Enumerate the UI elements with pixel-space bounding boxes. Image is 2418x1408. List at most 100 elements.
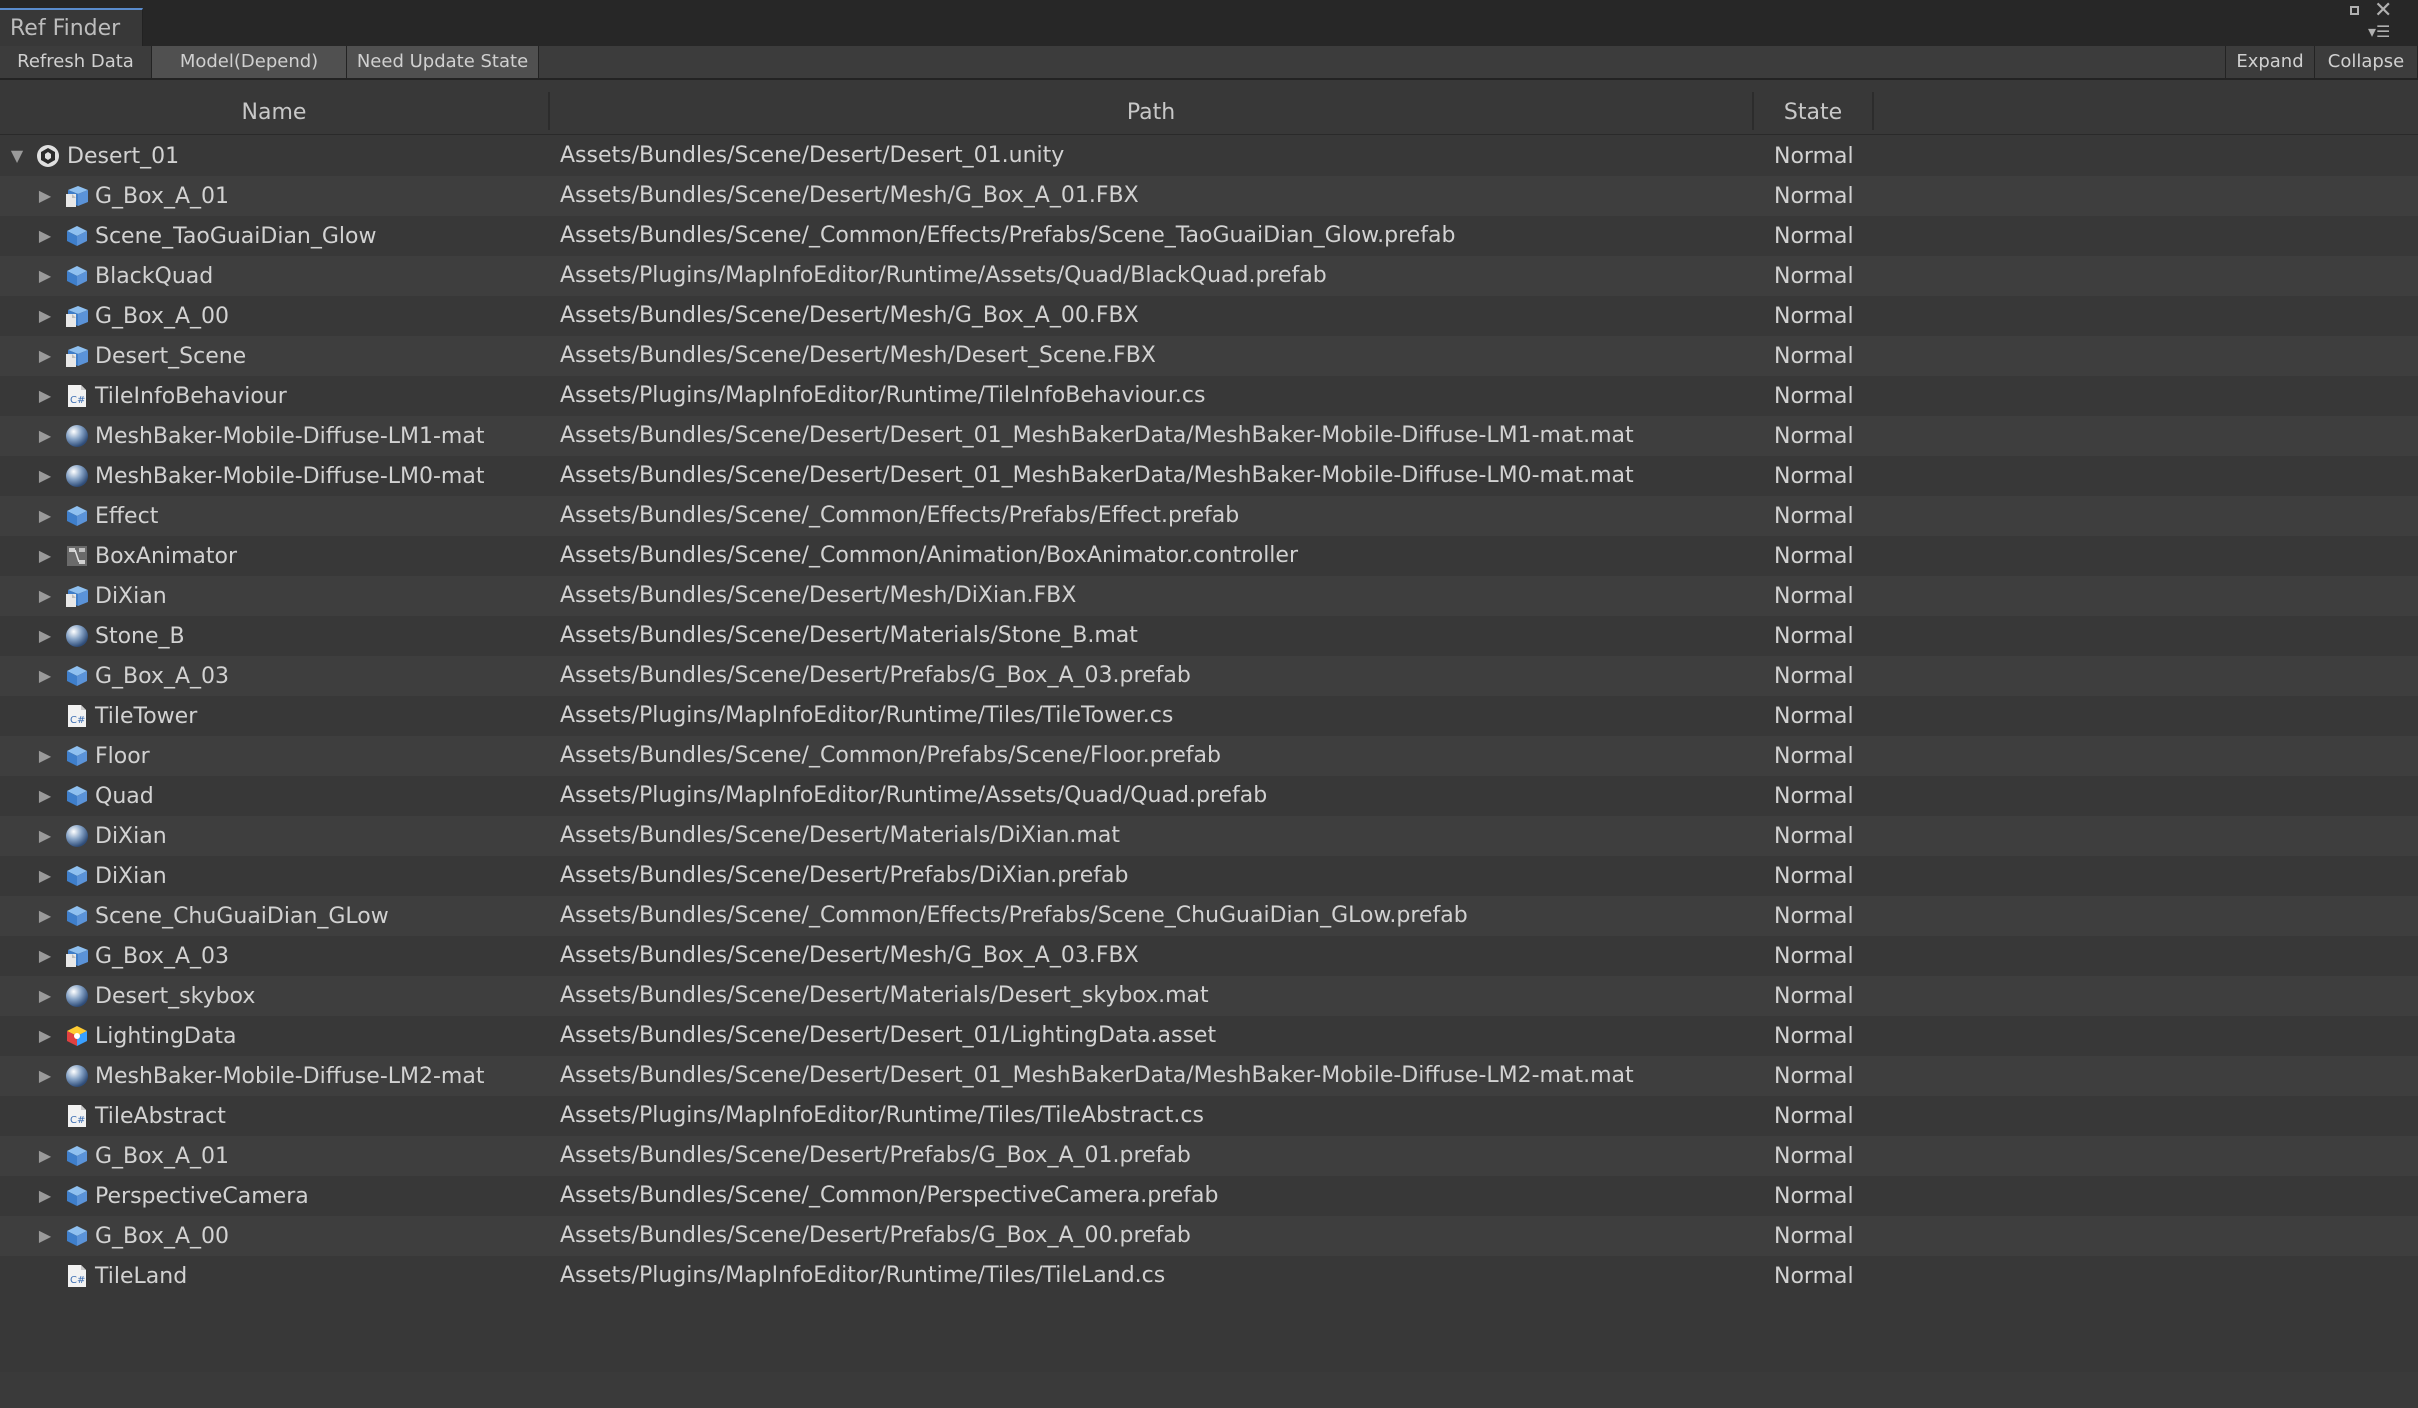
tree-row[interactable]: ▶ G_Box_A_03 Assets/Bundles/Scene/Desert/M… [0,936,2418,976]
tree-row[interactable]: ▶ DiXian Assets/Bundles/Scene/Desert/Prefa… [0,856,2418,896]
tree-row[interactable]: ▶ Scene_ChuGuaiDian_GLow Assets/Bundles/Sc… [0,896,2418,936]
row-path: Assets/Bundles/Scene/Desert/Mesh/Desert_… [560,343,1156,368]
row-state: Normal [1774,744,1854,769]
expand-arrow-right-icon[interactable]: ▶ [36,986,54,1005]
need-update-state-button[interactable]: Need Update State [347,46,539,78]
close-icon[interactable]: ✕ [2374,0,2392,23]
material-icon [65,424,89,448]
tree-row[interactable]: ▶ C# TileInfoBehaviour Assets/Plugins/MapIn… [0,376,2418,416]
expand-arrow-right-icon[interactable]: ▶ [36,1186,54,1205]
tree-row[interactable]: C# TileAbstract Assets/Plugins/MapInfoEdit… [0,1096,2418,1136]
row-state: Normal [1774,784,1854,809]
expand-arrow-right-icon[interactable]: ▶ [36,826,54,845]
expand-arrow-right-icon[interactable]: ▶ [36,746,54,765]
model-icon [65,944,89,968]
material-icon [65,824,89,848]
expand-button[interactable]: Expand [2225,46,2315,78]
row-name: G_Box_A_01 [95,1144,229,1169]
column-divider[interactable] [1872,92,1874,130]
row-state: Normal [1774,304,1854,329]
tree-row[interactable]: ▶ Stone_B Assets/Bundles/Scene/Desert/Mate… [0,616,2418,656]
expand-arrow-right-icon[interactable]: ▶ [36,1026,54,1045]
row-path: Assets/Bundles/Scene/Desert/Materials/St… [560,623,1138,648]
tree-row[interactable]: C# TileLand Assets/Plugins/MapInfoEditor/R… [0,1256,2418,1296]
tree-row[interactable]: ▶ MeshBaker-Mobile-Diffuse-LM0-mat Assets/… [0,456,2418,496]
expand-arrow-right-icon[interactable]: ▶ [36,626,54,645]
collapse-button[interactable]: Collapse [2315,46,2418,78]
expand-arrow-right-icon[interactable]: ▶ [36,946,54,965]
row-name: Desert_skybox [95,984,256,1009]
tree-row[interactable]: ▶ Floor Assets/Bundles/Scene/_Common/Prefa… [0,736,2418,776]
row-name: Scene_ChuGuaiDian_GLow [95,904,389,929]
tree-row[interactable]: ▶ G_Box_A_00 Assets/Bundles/Scene/Desert/P… [0,1216,2418,1256]
tree-row[interactable]: ▶ G_Box_A_00 Assets/Bundles/Scene/Desert/M… [0,296,2418,336]
row-name: Quad [95,784,154,809]
expand-arrow-right-icon[interactable]: ▶ [36,546,54,565]
row-name: TileInfoBehaviour [95,384,287,409]
expand-arrow-right-icon[interactable]: ▶ [36,786,54,805]
tree-row[interactable]: ▼ Desert_01 Assets/Bundles/Scene/Desert/De… [0,136,2418,176]
tree-row[interactable]: ▶ PerspectiveCamera Assets/Bundles/Scene/_… [0,1176,2418,1216]
tree-row[interactable]: ▶ Effect Assets/Bundles/Scene/_Common/Effe… [0,496,2418,536]
tree-row[interactable]: ▶ LightingData Assets/Bundles/Scene/Desert… [0,1016,2418,1056]
model-icon [65,584,89,608]
tree-row[interactable]: C# TileTower Assets/Plugins/MapInfoEditor/… [0,696,2418,736]
expand-arrow-right-icon[interactable]: ▶ [36,1226,54,1245]
expand-arrow-right-icon[interactable]: ▶ [36,1066,54,1085]
row-name: Floor [95,744,150,769]
tree-row[interactable]: ▶ BlackQuad Assets/Plugins/MapInfoEditor/R… [0,256,2418,296]
refresh-data-button[interactable]: Refresh Data [0,46,152,78]
maximize-icon[interactable] [2350,6,2359,15]
model-depend-button[interactable]: Model(Depend) [152,46,347,78]
row-name: MeshBaker-Mobile-Diffuse-LM2-mat [95,1064,485,1089]
row-state: Normal [1774,1184,1854,1209]
row-path: Assets/Bundles/Scene/_Common/Animation/B… [560,543,1298,568]
row-path: Assets/Bundles/Scene/Desert/Desert_01_Me… [560,463,1634,488]
column-path-header[interactable]: Path [550,88,1752,134]
tree-row[interactable]: ▶ Desert_Scene Assets/Bundles/Scene/Desert… [0,336,2418,376]
context-menu-icon[interactable]: ▾☰ [2368,22,2390,41]
row-state: Normal [1774,664,1854,689]
row-path: Assets/Bundles/Scene/Desert/Desert_01.un… [560,143,1065,168]
row-path: Assets/Bundles/Scene/_Common/Effects/Pre… [560,903,1468,928]
expand-arrow-right-icon[interactable]: ▶ [36,866,54,885]
tree-row[interactable]: ▶ Desert_skybox Assets/Bundles/Scene/Deser… [0,976,2418,1016]
tree-row[interactable]: ▶ G_Box_A_01 Assets/Bundles/Scene/Desert/M… [0,176,2418,216]
expand-arrow-right-icon[interactable]: ▶ [36,226,54,245]
expand-arrow-right-icon[interactable]: ▶ [36,426,54,445]
expand-arrow-right-icon[interactable]: ▶ [36,346,54,365]
expand-arrow-right-icon[interactable]: ▶ [36,186,54,205]
expand-arrow-right-icon[interactable]: ▶ [36,666,54,685]
expand-arrow-right-icon[interactable]: ▶ [36,306,54,325]
row-path: Assets/Plugins/MapInfoEditor/Runtime/Til… [560,703,1174,728]
tree-row[interactable]: ▶ Scene_TaoGuaiDian_Glow Assets/Bundles/Sc… [0,216,2418,256]
expand-arrow-right-icon[interactable]: ▶ [36,386,54,405]
ref-tree-list: ▼ Desert_01 Assets/Bundles/Scene/Desert/De… [0,136,2418,1296]
expand-arrow-right-icon[interactable]: ▶ [36,266,54,285]
tree-row[interactable]: ▶ MeshBaker-Mobile-Diffuse-LM2-mat Assets/… [0,1056,2418,1096]
row-name: TileLand [95,1264,188,1289]
expand-arrow-right-icon[interactable]: ▶ [36,586,54,605]
row-state: Normal [1774,344,1854,369]
expand-arrow-right-icon[interactable]: ▶ [36,1146,54,1165]
tree-row[interactable]: ▶ G_Box_A_01 Assets/Bundles/Scene/Desert/P… [0,1136,2418,1176]
prefab-icon [65,1224,89,1248]
row-name: BlackQuad [95,264,214,289]
expand-arrow-down-icon[interactable]: ▼ [8,146,26,165]
expand-arrow-right-icon[interactable]: ▶ [36,506,54,525]
tree-row[interactable]: ▶ G_Box_A_03 Assets/Bundles/Scene/Desert/P… [0,656,2418,696]
expand-arrow-right-icon[interactable]: ▶ [36,906,54,925]
tree-row[interactable]: ▶ Quad Assets/Plugins/MapInfoEditor/Runtim… [0,776,2418,816]
row-name: TileTower [95,704,198,729]
tab-ref-finder[interactable]: Ref Finder [0,8,143,46]
tree-row[interactable]: ▶ DiXian Assets/Bundles/Scene/Desert/Mesh/… [0,576,2418,616]
lighting-data-icon [65,1024,89,1048]
expand-arrow-right-icon[interactable]: ▶ [36,466,54,485]
tree-row[interactable]: ▶ MeshBaker-Mobile-Diffuse-LM1-mat Assets/… [0,416,2418,456]
tree-row[interactable]: ▶ BoxAnimator Assets/Bundles/Scene/_Common… [0,536,2418,576]
column-name-header[interactable]: Name [0,88,548,134]
prefab-icon [65,224,89,248]
tree-row[interactable]: ▶ DiXian Assets/Bundles/Scene/Desert/Mater… [0,816,2418,856]
window-controls: ✕ ▾☰ [2344,0,2404,42]
column-state-header[interactable]: State [1754,88,1872,134]
